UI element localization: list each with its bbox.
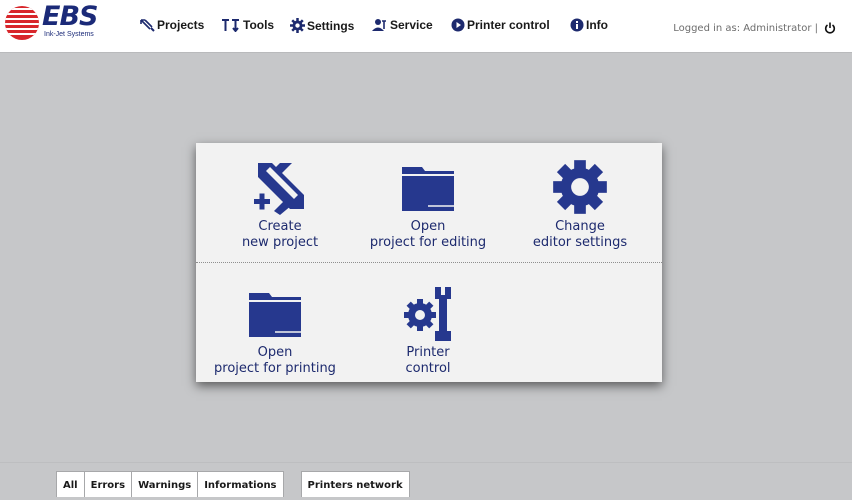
nav-projects[interactable]: Projects bbox=[139, 18, 204, 32]
logo-subtitle: Ink-Jet Systems bbox=[44, 31, 94, 38]
tile-divider bbox=[196, 262, 662, 263]
folder-icon bbox=[249, 293, 301, 337]
message-tabs: All Errors Warnings Informations Printer… bbox=[56, 471, 410, 497]
nav-info-label: Info bbox=[586, 18, 608, 32]
ebs-logo[interactable]: EBS Ink-Jet Systems bbox=[4, 1, 116, 41]
change-editor-settings-label: Change editor settings bbox=[532, 219, 628, 250]
change-editor-settings-tile[interactable]: Change editor settings bbox=[505, 151, 655, 261]
tab-errors[interactable]: Errors bbox=[83, 471, 133, 497]
gear-icon bbox=[290, 18, 305, 33]
gear-icon bbox=[553, 160, 607, 214]
nav-service-label: Service bbox=[390, 18, 433, 32]
nav-service[interactable]: Service bbox=[372, 18, 433, 32]
tab-warnings[interactable]: Warnings bbox=[131, 471, 199, 497]
open-project-editing-tile[interactable]: Open project for editing bbox=[353, 151, 503, 261]
nav-tools[interactable]: Tools bbox=[221, 18, 274, 32]
projects-icon bbox=[140, 19, 155, 32]
info-icon bbox=[570, 18, 584, 32]
printer-control-icon bbox=[404, 287, 451, 341]
login-status: Logged in as: Administrator | bbox=[673, 22, 836, 34]
status-divider bbox=[0, 462, 852, 463]
create-project-icon bbox=[254, 163, 304, 215]
top-bar: EBS Ink-Jet Systems Projects Tools Setti… bbox=[0, 0, 852, 53]
nav-printer-control[interactable]: Printer control bbox=[451, 18, 550, 32]
nav-settings-label: Settings bbox=[307, 18, 355, 33]
folder-icon bbox=[402, 167, 454, 211]
nav-info[interactable]: Info bbox=[570, 18, 608, 32]
create-new-project-label: Create new project bbox=[241, 219, 319, 250]
open-project-editing-label: Open project for editing bbox=[369, 219, 487, 250]
printer-control-tile[interactable]: Printer control bbox=[353, 277, 503, 387]
start-panel: Create new project Open project for edit… bbox=[196, 143, 662, 382]
logo-sphere-icon bbox=[5, 6, 39, 40]
nav-settings[interactable]: Settings bbox=[290, 18, 354, 33]
tab-printers-network[interactable]: Printers network bbox=[300, 471, 410, 497]
nav-printer-control-label: Printer control bbox=[467, 18, 550, 32]
printer-control-label: Printer control bbox=[405, 345, 451, 376]
login-text: Logged in as: Administrator | bbox=[673, 22, 818, 34]
open-project-printing-tile[interactable]: Open project for printing bbox=[200, 277, 350, 387]
printer-control-icon bbox=[451, 18, 465, 32]
logo-text: EBS bbox=[42, 1, 98, 32]
service-icon bbox=[372, 19, 386, 31]
tab-separator bbox=[283, 471, 301, 497]
nav-tools-label: Tools bbox=[243, 18, 275, 32]
open-project-printing-label: Open project for printing bbox=[214, 345, 336, 376]
tab-informations[interactable]: Informations bbox=[197, 471, 284, 497]
create-new-project-tile[interactable]: Create new project bbox=[205, 151, 355, 261]
tab-all[interactable]: All bbox=[56, 471, 85, 497]
nav-projects-label: Projects bbox=[157, 18, 205, 32]
tools-icon bbox=[222, 19, 239, 32]
power-icon[interactable] bbox=[824, 22, 836, 34]
